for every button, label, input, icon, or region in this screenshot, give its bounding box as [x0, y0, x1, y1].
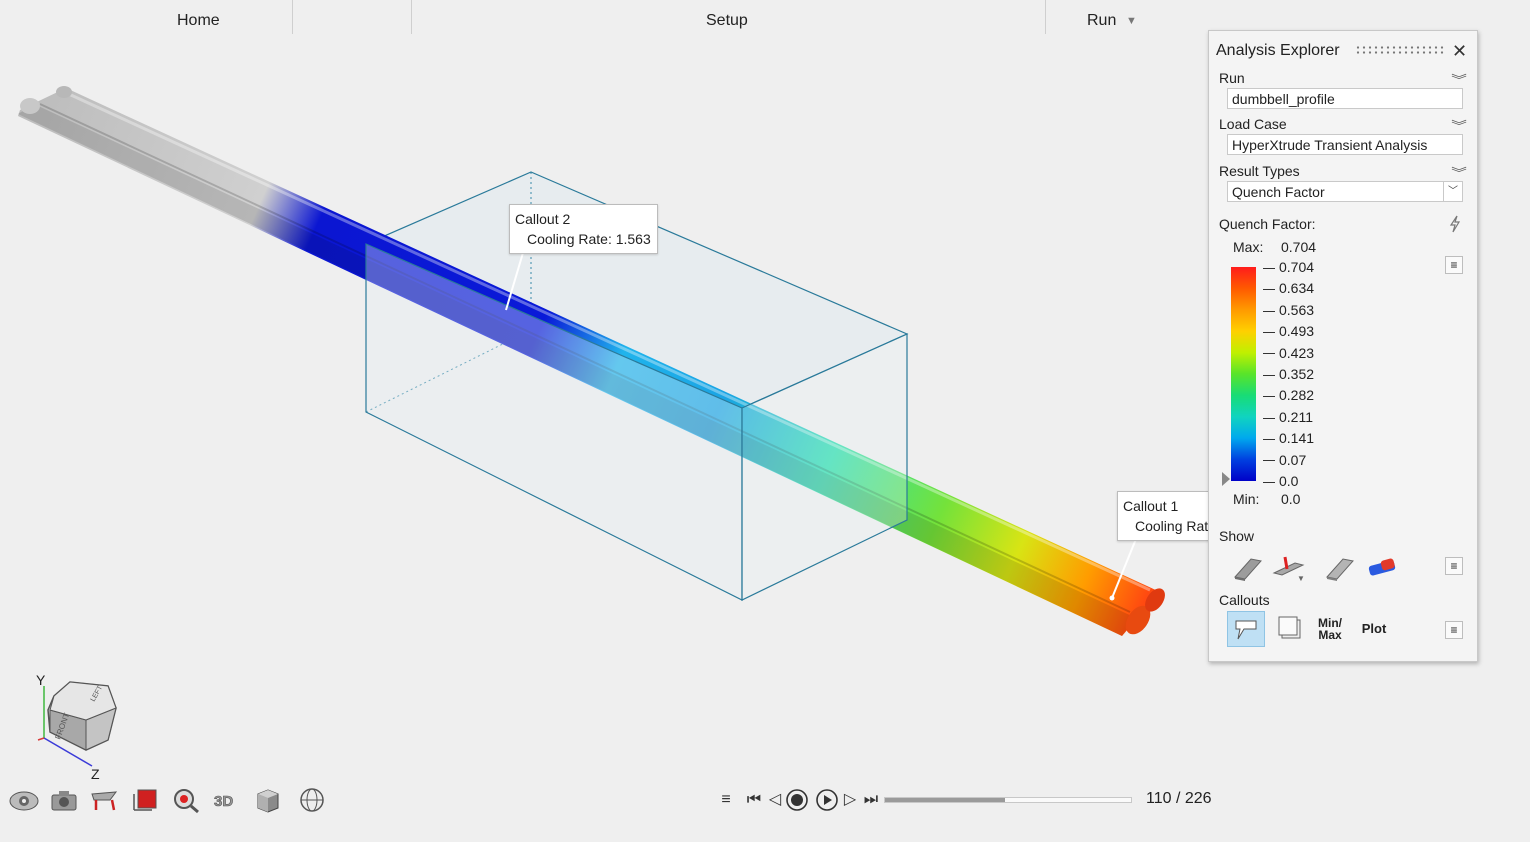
frame-counter: 110 / 226	[1146, 790, 1212, 807]
close-icon[interactable]: ✕	[1452, 41, 1467, 62]
color-legend-bar	[1231, 267, 1256, 481]
run-label: Run	[1219, 70, 1245, 86]
min-value: 0.0	[1281, 491, 1301, 507]
first-frame-icon[interactable]: ⏮	[744, 788, 764, 812]
loadcase-label: Load Case	[1219, 116, 1287, 132]
legend-value: 0.0	[1263, 472, 1298, 490]
stop-icon[interactable]	[785, 788, 809, 812]
step-forward-icon[interactable]: ▷	[840, 788, 860, 812]
frame-slider[interactable]	[884, 797, 1132, 803]
callout-text: Cooling Rat	[1135, 518, 1209, 534]
step-back-icon[interactable]: ◁	[765, 788, 785, 812]
display-mode-icon[interactable]	[130, 786, 162, 814]
zoom-icon[interactable]	[170, 786, 202, 814]
legend-title: Quench Factor:	[1219, 216, 1316, 232]
collapse-chevron-icon[interactable]: ︾	[1451, 117, 1467, 134]
legend-value: 0.282	[1263, 386, 1314, 404]
loadcase-field[interactable]: HyperXtrude Transient Analysis	[1227, 134, 1463, 155]
chevron-down-icon[interactable]: ﹀	[1443, 182, 1462, 201]
legend-value: 0.352	[1263, 365, 1314, 383]
callout-table-button[interactable]	[1271, 611, 1309, 647]
3d-view-icon[interactable]: 3D	[210, 786, 242, 814]
svg-text:3D: 3D	[214, 793, 233, 810]
max-value: 0.704	[1281, 239, 1317, 255]
min-label: Min:	[1233, 491, 1260, 507]
legend-pointer-icon[interactable]	[1221, 471, 1231, 487]
section-cut-icon[interactable]	[88, 786, 120, 814]
globe-icon[interactable]	[296, 786, 328, 814]
lightning-icon[interactable]	[1448, 215, 1462, 233]
callouts-label: Callouts	[1219, 592, 1270, 608]
frame-slider-fill	[885, 798, 1005, 802]
result-type-select[interactable]: Quench Factor ﹀	[1227, 181, 1463, 202]
callout-1[interactable]: Callout 1 Cooling Rat	[1117, 491, 1219, 541]
eye-view-icon[interactable]	[8, 786, 40, 814]
show-geometry-icon[interactable]	[1231, 553, 1265, 583]
show-label: Show	[1219, 528, 1255, 544]
minmax-button[interactable]: Min/ Max	[1311, 617, 1349, 653]
playback-menu-icon[interactable]: ≡	[716, 788, 736, 812]
legend-value: 0.493	[1263, 322, 1314, 340]
result-type-value: Quench Factor	[1232, 184, 1325, 200]
analysis-explorer-panel: Analysis Explorer ✕ Run ︾ dumbbell_profi…	[1208, 30, 1478, 662]
last-frame-icon[interactable]: ⏭	[861, 788, 881, 812]
callout-2[interactable]: Callout 2 Cooling Rate: 1.563	[509, 204, 658, 254]
note-icon	[1278, 616, 1301, 639]
callout-pointer-icon	[1235, 620, 1257, 640]
legend-value: 0.211	[1263, 408, 1313, 426]
collapse-chevron-icon[interactable]: ︾	[1451, 164, 1467, 181]
cube-icon[interactable]	[252, 786, 284, 814]
show-outline-icon[interactable]	[1323, 553, 1357, 583]
callout-text: Cooling Rate: 1.563	[527, 231, 651, 247]
plot-button[interactable]: Plot	[1355, 621, 1393, 657]
legend-value: 0.141	[1263, 429, 1314, 447]
callout-title: Callout 1	[1123, 498, 1179, 514]
show-section-icon[interactable]: ▼	[1271, 553, 1305, 583]
legend-value: 0.07	[1263, 451, 1306, 469]
show-contour-icon[interactable]	[1365, 553, 1399, 583]
x-axis-line	[37, 737, 45, 741]
show-menu-button[interactable]: ≡	[1445, 557, 1463, 575]
legend-menu-button[interactable]: ≡	[1445, 256, 1463, 274]
play-icon[interactable]	[815, 788, 839, 812]
legend-value: 0.634	[1263, 279, 1314, 297]
callouts-menu-button[interactable]: ≡	[1445, 621, 1463, 639]
result-types-label: Result Types	[1219, 163, 1300, 179]
panel-title: Analysis Explorer	[1216, 42, 1340, 59]
collapse-chevron-icon[interactable]: ︾	[1451, 71, 1467, 88]
run-field[interactable]: dumbbell_profile	[1227, 88, 1463, 109]
drag-handle-icon[interactable]	[1355, 45, 1445, 55]
z-axis-label: Z	[91, 766, 100, 782]
add-callout-button[interactable]	[1227, 611, 1265, 647]
max-label: Max:	[1233, 239, 1264, 255]
svg-text:▼: ▼	[1297, 574, 1305, 583]
legend-value: 0.704	[1263, 258, 1314, 276]
legend-value: 0.563	[1263, 301, 1314, 319]
callout-title: Callout 2	[515, 211, 571, 227]
camera-icon[interactable]	[48, 786, 80, 814]
legend-value: 0.423	[1263, 344, 1314, 362]
y-axis-label: Y	[36, 672, 46, 688]
callout-anchor	[1109, 595, 1115, 601]
